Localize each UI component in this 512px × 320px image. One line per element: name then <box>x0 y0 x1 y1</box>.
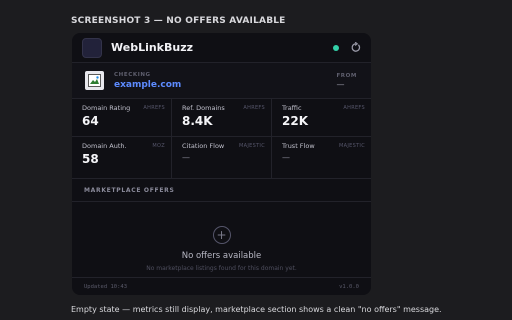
favicon-image-icon <box>85 71 104 90</box>
metric-label: Citation Flow <box>182 142 225 150</box>
metric-source: MAJESTIC <box>239 143 265 149</box>
metric-label: Domain Auth. <box>82 142 127 150</box>
caption: Empty state — metrics still display, mar… <box>71 305 442 314</box>
metric-domain-auth: Domain Auth. MOZ 58 <box>72 137 172 178</box>
metric-value: — <box>282 153 290 162</box>
status-dot-icon <box>333 44 339 51</box>
brand-name: WebLinkBuzz <box>111 41 194 54</box>
metric-source: MAJESTIC <box>339 143 365 149</box>
metric-value: 8.4K <box>182 114 213 128</box>
metric-domain-rating: Domain Rating AHREFS 64 <box>72 99 172 137</box>
page-heading: SCREENSHOT 3 — NO OFFERS AVAILABLE <box>71 16 286 26</box>
metric-label: Domain Rating <box>82 104 131 112</box>
metric-value: 58 <box>82 152 99 166</box>
empty-title: No offers available <box>181 251 262 261</box>
metric-label: Traffic <box>282 104 302 112</box>
logo-icon <box>82 37 102 58</box>
metric-value: 22K <box>282 114 308 128</box>
metric-traffic: Traffic AHREFS 22K <box>272 99 371 137</box>
metric-label: Trust Flow <box>282 142 315 150</box>
metric-value: 64 <box>82 114 99 128</box>
metric-value: — <box>182 153 190 162</box>
metric-source: MOZ <box>152 143 165 149</box>
metric-citation-flow: Citation Flow MAJESTIC — <box>172 137 272 178</box>
metric-trust-flow: Trust Flow MAJESTIC — <box>272 137 371 178</box>
metric-source: AHREFS <box>343 105 365 111</box>
extension-panel: WebLinkBuzz CHECKING example.com FROM — <box>72 33 371 295</box>
plus-circle-icon: + <box>212 226 231 244</box>
updated-timestamp: Updated 10:43 <box>84 283 128 290</box>
offers-empty-state: + No offers available No marketplace lis… <box>72 202 371 283</box>
panel-footer: Updated 10:43 v1.0.0 <box>72 277 371 295</box>
checking-label: CHECKING <box>114 71 151 78</box>
metrics-grid: Domain Rating AHREFS 64 Ref. Domains AHR… <box>72 99 371 179</box>
domain-link[interactable]: example.com <box>114 80 181 90</box>
metric-label: Ref. Domains <box>182 104 225 112</box>
empty-subtitle: No marketplace listings found for this d… <box>146 265 297 272</box>
metric-source: AHREFS <box>143 105 165 111</box>
metric-ref-domains: Ref. Domains AHREFS 8.4K <box>172 99 272 137</box>
from-value: — <box>336 79 345 89</box>
site-info: CHECKING example.com FROM — <box>72 63 371 99</box>
refresh-icon[interactable] <box>349 42 361 54</box>
metric-source: AHREFS <box>243 105 265 111</box>
offers-section-title: MARKETPLACE OFFERS <box>84 187 175 194</box>
version-label: v1.0.0 <box>339 283 359 290</box>
panel-header: WebLinkBuzz <box>72 33 371 63</box>
from-label: FROM <box>336 72 357 79</box>
